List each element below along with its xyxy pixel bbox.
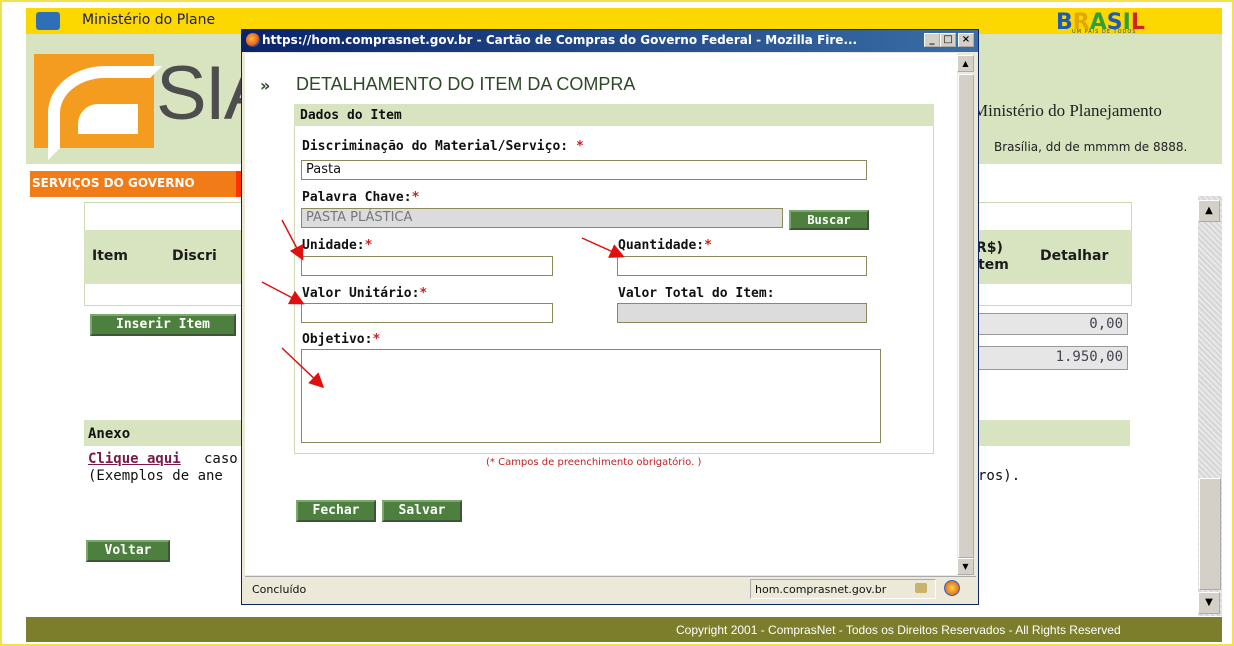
salvar-button[interactable]: Salvar xyxy=(382,500,462,522)
popup-scroll-down-icon[interactable]: ▼ xyxy=(957,558,974,575)
valor-unitario-label: Valor Unitário:* xyxy=(302,286,428,301)
brasil-logo: BRASIL UM PAÍS DE TODOS xyxy=(1056,10,1145,35)
caso-text: caso xyxy=(204,451,238,467)
anexo-title: Anexo xyxy=(88,426,131,442)
popup-heading: DETALHAMENTO DO ITEM DA COMPRA xyxy=(296,74,636,94)
popup-scroll-thumb[interactable] xyxy=(958,74,974,558)
scroll-up-icon[interactable]: ▲ xyxy=(1198,200,1220,222)
th-valor-item: tem xyxy=(978,257,1009,273)
gov-bar-text: Ministério do Plane xyxy=(82,12,216,28)
footer-copyright: Copyright 2001 - ComprasNet - Todos os D… xyxy=(676,623,1121,637)
buscar-button[interactable]: Buscar xyxy=(789,210,869,230)
required-mark: * xyxy=(575,139,584,154)
unidade-label: Unidade:* xyxy=(302,238,373,253)
fechar-button[interactable]: Fechar xyxy=(296,500,376,522)
required-mark: * xyxy=(411,190,420,205)
valor-unitario-field[interactable] xyxy=(301,303,553,323)
exemplos-text: (Exemplos de ane xyxy=(88,468,223,484)
minimize-icon[interactable]: _ xyxy=(924,33,940,47)
exemplos-end-text: ros). xyxy=(978,468,1021,484)
discriminacao-field[interactable]: Pasta xyxy=(301,160,867,180)
status-text: Concluído xyxy=(252,583,307,596)
valor-total-label: Valor Total do Item: xyxy=(618,286,775,301)
th-detalhar: Detalhar xyxy=(1040,248,1109,264)
gov-logo-icon xyxy=(36,12,60,30)
maximize-icon[interactable]: □ xyxy=(940,33,956,47)
voltar-button[interactable]: Voltar xyxy=(86,540,170,562)
required-note: (* Campos de preenchimento obrigatório. … xyxy=(486,457,702,468)
unidade-field[interactable] xyxy=(301,256,553,276)
popup-scroll-up-icon[interactable]: ▲ xyxy=(957,55,974,72)
dados-item-title: Dados do Item xyxy=(300,108,402,123)
palavra-chave-label: Palavra Chave:* xyxy=(302,190,420,205)
palavra-chave-field: PASTA PLÁSTICA xyxy=(301,208,783,228)
required-mark: * xyxy=(704,238,712,253)
valor-total-field xyxy=(617,303,867,323)
th-valor: R$) xyxy=(976,240,1003,256)
discriminacao-label: Discriminação do Material/Serviço: * xyxy=(302,139,584,154)
quantidade-label: Quantidade:* xyxy=(618,238,712,253)
total-value-field: 0,00 xyxy=(976,313,1128,335)
th-discriminacao: Discri xyxy=(172,248,217,264)
ministerio-title: Ministério do Planejamento xyxy=(973,101,1162,120)
required-mark: * xyxy=(419,286,428,301)
firefox-status-icon xyxy=(944,580,960,596)
lock-icon xyxy=(915,583,927,593)
page-scroll-thumb[interactable] xyxy=(1199,478,1221,590)
th-item: Item xyxy=(92,248,128,264)
saldo-value-field: 1.950,00 xyxy=(976,346,1128,370)
clique-aqui-link[interactable]: Clique aqui xyxy=(88,451,181,467)
quantidade-field[interactable] xyxy=(617,256,867,276)
objetivo-label: Objetivo:* xyxy=(302,332,381,347)
required-mark: * xyxy=(372,332,381,347)
siasg-logo-icon xyxy=(34,54,162,160)
dateline: Brasília, dd de mmmm de 8888. xyxy=(994,140,1188,154)
objetivo-textarea[interactable] xyxy=(301,349,881,443)
required-mark: * xyxy=(364,238,373,253)
popup-title: https://hom.comprasnet.gov.br - Cartão d… xyxy=(262,33,858,47)
scroll-down-icon[interactable]: ▼ xyxy=(1198,592,1220,614)
servicos-tab-label: SERVIÇOS DO GOVERNO xyxy=(32,176,195,190)
inserir-item-button[interactable]: Inserir Item xyxy=(90,314,236,336)
double-chevron-icon: » xyxy=(260,76,271,95)
close-icon[interactable]: × xyxy=(958,33,974,47)
status-url: hom.comprasnet.gov.br xyxy=(750,579,936,599)
firefox-icon xyxy=(246,33,260,47)
